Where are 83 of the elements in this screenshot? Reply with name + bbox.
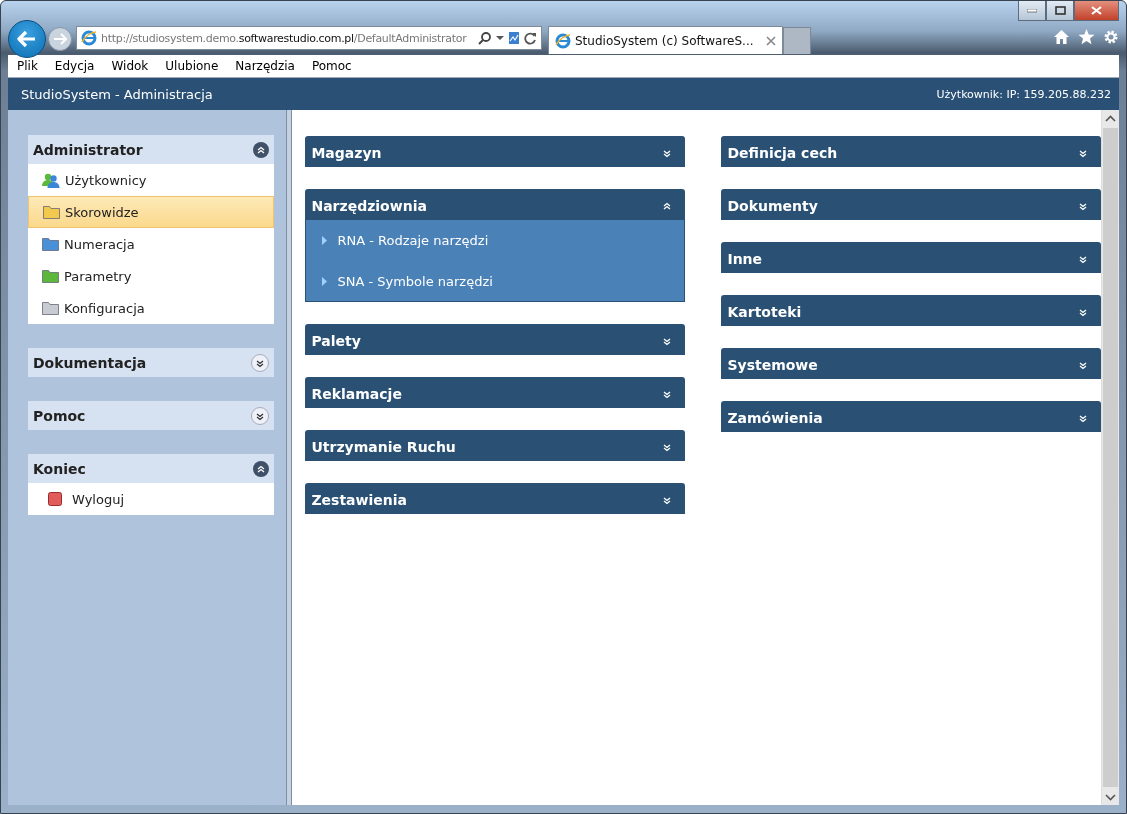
close-icon (1091, 6, 1102, 15)
forward-button[interactable] (48, 27, 72, 51)
user-info: Użytkownik: IP: 159.205.88.232 (936, 87, 1111, 101)
sidebar-group-header[interactable]: Administrator (28, 135, 274, 164)
stop-icon (48, 492, 62, 506)
settings-icon[interactable] (1103, 29, 1119, 45)
toggle-icon[interactable] (252, 460, 269, 477)
sidebar-item[interactable]: Parametry (28, 260, 274, 292)
panel-title: Palety (311, 333, 361, 349)
menu-item[interactable]: Ulubione (156, 59, 227, 73)
scroll-up-icon[interactable] (1105, 114, 1117, 122)
panel-header[interactable]: Kartoteki (721, 295, 1102, 326)
sidebar-item[interactable]: Numeracja (28, 228, 274, 260)
search-icon[interactable] (478, 31, 492, 45)
minimize-icon (1027, 8, 1037, 13)
users-icon (42, 171, 60, 189)
maximize-button[interactable] (1046, 1, 1074, 21)
refresh-icon[interactable] (524, 31, 537, 45)
sidebar-group-header[interactable]: Koniec (28, 454, 274, 483)
home-icon[interactable] (1053, 29, 1070, 45)
app-title: StudioSystem - Administracja (21, 86, 213, 102)
panel-title: Zamówienia (727, 410, 823, 426)
panel-header[interactable]: Systemowe (721, 348, 1102, 379)
panel-header[interactable]: Zestawienia (305, 483, 686, 514)
group-title: Pomoc (33, 407, 86, 424)
group-title: Administrator (33, 141, 143, 158)
sidebar-item[interactable]: Skorowidze (28, 196, 274, 228)
bullet-arrow-icon (322, 236, 328, 245)
panel-title: Inne (727, 251, 763, 267)
close-tab-icon[interactable] (765, 35, 776, 46)
panel-header[interactable]: Inne (721, 242, 1102, 273)
browser-tab[interactable]: StudioSystem (c) SoftwareS... (548, 26, 783, 54)
group-title: Dokumentacja (33, 354, 147, 371)
sidebar-item[interactable]: Użytkownicy (28, 164, 274, 196)
menu-item[interactable]: Pomoc (302, 59, 360, 73)
group-title: Koniec (33, 460, 86, 477)
panel-title: Utrzymanie Ruchu (311, 439, 456, 455)
browser-logo-icon (555, 32, 571, 49)
toggle-icon[interactable] (250, 406, 269, 425)
address-bar[interactable]: http://studiosystem.demo.softwarestudio.com.pl/DefaultAdministrator (76, 26, 542, 50)
right-arrow-icon (53, 33, 67, 45)
panel-header[interactable]: Zamówienia (721, 401, 1102, 432)
minimize-button[interactable] (1018, 1, 1046, 21)
page-icon[interactable] (508, 31, 520, 45)
bullet-arrow-icon (322, 276, 328, 286)
panel-header[interactable]: Palety (305, 324, 686, 355)
panel-header[interactable]: Magazyn (305, 136, 686, 167)
url-text[interactable]: http://studiosystem.demo.softwarestudio.com.pl/DefaultAdministrator (101, 31, 474, 45)
sidebar-group-header[interactable]: Dokumentacja (28, 348, 274, 377)
panel-link[interactable]: RNA - Rodzaje narzędzi (337, 233, 489, 248)
menu-item[interactable]: Narzędzia (226, 59, 303, 73)
caret-icon[interactable] (496, 35, 504, 41)
panel-title: Magazyn (311, 145, 382, 161)
panel-header[interactable]: Definicja cech (721, 136, 1102, 167)
close-button[interactable] (1074, 1, 1119, 21)
sidebar-item[interactable]: Konfiguracja (28, 292, 274, 324)
back-button[interactable] (8, 20, 46, 58)
panel-header[interactable]: Utrzymanie Ruchu (305, 430, 686, 461)
panel-title: Kartoteki (727, 304, 802, 320)
panel-title: Dokumenty (727, 198, 818, 214)
maximize-icon (1054, 6, 1066, 15)
scroll-thumb[interactable] (1103, 128, 1119, 787)
menu-item[interactable]: Edycja (45, 59, 103, 73)
menu-item[interactable]: Plik (8, 59, 46, 73)
panel-title: Systemowe (727, 357, 818, 373)
scrollbar[interactable] (1101, 110, 1119, 805)
browser-logo-icon (81, 30, 97, 46)
panel-header[interactable]: Reklamacje (305, 377, 686, 408)
left-arrow-icon (17, 30, 37, 48)
star-icon[interactable] (1078, 29, 1095, 45)
panel-title: Definicja cech (727, 145, 838, 161)
toggle-icon[interactable] (252, 141, 269, 158)
panel-header[interactable]: Dokumenty (721, 189, 1102, 220)
panel-title: Zestawienia (311, 492, 407, 508)
scroll-down-icon[interactable] (1105, 793, 1117, 801)
panel-link[interactable]: SNA - Symbole narzędzi (337, 273, 493, 289)
menu-item[interactable]: Widok (102, 59, 157, 73)
sidebar-item[interactable]: Wyloguj (28, 483, 274, 515)
panel-title: Reklamacje (311, 386, 402, 402)
panel-header[interactable]: Narzędziownia (305, 189, 686, 220)
panel-title: Narzędziownia (311, 198, 427, 214)
sidebar-group-header[interactable]: Pomoc (28, 401, 274, 430)
toggle-icon[interactable] (250, 353, 269, 372)
